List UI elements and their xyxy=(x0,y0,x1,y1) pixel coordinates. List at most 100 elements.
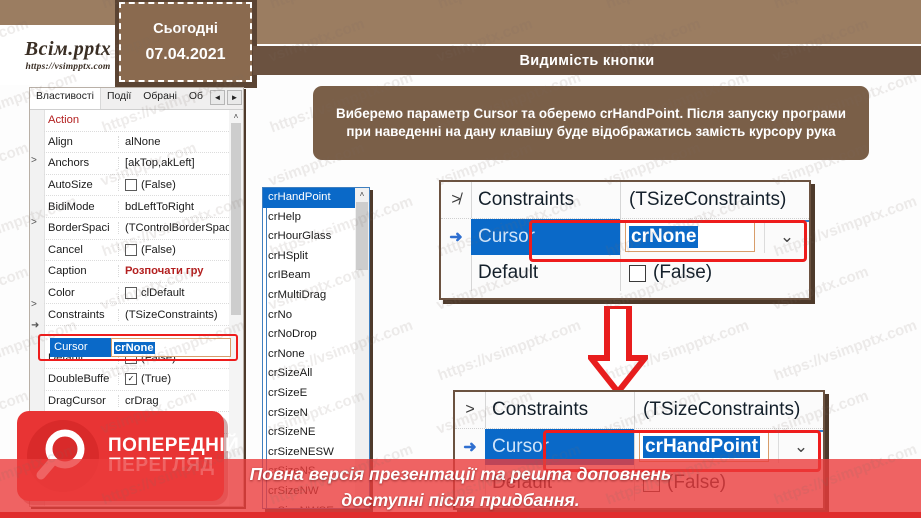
site-logo: Всім.pptx https://vsimpptx.com xyxy=(6,28,130,82)
tab-favorites[interactable]: Обрані xyxy=(137,88,183,109)
property-value-text: (False) xyxy=(141,243,176,256)
property-row[interactable]: Caption Розпочати гру xyxy=(44,261,229,283)
property-value: alNone xyxy=(118,135,229,148)
current-row-arrow-icon-after: ➜ xyxy=(463,439,477,456)
cursor-property-value: crNone xyxy=(114,341,155,354)
property-value: ✓ (True) xyxy=(118,373,229,386)
dropdown-item[interactable]: crSizeAll xyxy=(263,364,357,384)
property-row[interactable]: BidiMode bdLeftToRight xyxy=(44,196,229,218)
property-key: Caption xyxy=(48,265,87,278)
property-value: (TSizeConstraints) xyxy=(118,308,229,321)
grid-before-row-constraints[interactable]: ≯ Constraints (TSizeConstraints) xyxy=(441,182,809,219)
scroll-up-icon[interactable]: ˄ xyxy=(229,110,243,123)
property-value: crDrag xyxy=(118,395,229,408)
object-inspector-tabs: Властивості Події Обрані Об ◄ ► xyxy=(30,88,243,110)
dropdown-item[interactable]: crSizeE xyxy=(263,384,357,404)
property-value-text: clDefault xyxy=(141,287,185,300)
cursor-property-editor[interactable]: crNone xyxy=(111,338,231,357)
tab-prev-icon[interactable]: ◄ xyxy=(210,90,225,105)
property-key: Color xyxy=(48,287,75,300)
property-row[interactable]: Anchors [akTop,akLeft] xyxy=(44,153,229,175)
tab-events[interactable]: Події xyxy=(101,88,137,109)
dropdown-item[interactable]: crMultiDrag xyxy=(263,286,357,306)
dropdown-item[interactable]: crHourGlass xyxy=(263,227,357,247)
dropdown-item[interactable]: crNo xyxy=(263,306,357,326)
expand-icon[interactable]: ≯ xyxy=(441,191,471,209)
grid-before-value-constraints: (TSizeConstraints) xyxy=(629,189,787,210)
property-row[interactable]: Color clDefault xyxy=(44,283,229,305)
property-key: Constraints xyxy=(48,308,105,321)
today-label: Сьогодні xyxy=(153,20,218,37)
property-row[interactable]: BorderSpaci (TControlBorderSpaci xyxy=(44,218,229,240)
row-gutter-icon[interactable]: > xyxy=(31,217,37,228)
purchase-banner-strip xyxy=(0,512,921,518)
dropdown-item[interactable]: crNoDrop xyxy=(263,325,357,345)
property-row[interactable]: Align alNone xyxy=(44,132,229,154)
tab-properties[interactable]: Властивості xyxy=(30,88,101,109)
property-key: DoubleBuffe xyxy=(48,373,110,386)
cursor-property-name: Cursor xyxy=(50,338,111,357)
property-key: Action xyxy=(48,114,80,127)
instruction-card: Виберемо параметр Cursor та оберемо crHa… xyxy=(313,86,869,160)
property-value-text: (True) xyxy=(141,373,172,386)
dropdown-item[interactable]: crIBeam xyxy=(263,266,357,286)
current-row-arrow-icon: ➜ xyxy=(449,229,463,246)
page-title: Видимість кнопки xyxy=(519,52,655,69)
purchase-banner: Повна версія презентації та решта доповн… xyxy=(0,459,921,512)
property-key: Align xyxy=(48,135,73,148)
checkbox-checked-icon[interactable]: ✓ xyxy=(125,373,137,386)
preview-badge-line1: ПОПЕРЕДНІЙ xyxy=(108,434,240,456)
dropdown-item[interactable]: crSizeNE xyxy=(263,423,357,443)
purchase-banner-line2: доступні після придбання. xyxy=(341,490,580,511)
property-rows: Action Align alNone Anchors [akTop,akLeft] Au… xyxy=(44,110,229,434)
dropdown-item[interactable]: crHSplit xyxy=(263,247,357,267)
purchase-banner-line1: Повна версія презентації та решта доповн… xyxy=(249,464,672,484)
today-box: Сьогодні 07.04.2021 xyxy=(119,2,252,82)
property-key: BidiMode xyxy=(48,200,95,213)
property-value: [akTop,akLeft] xyxy=(118,157,229,170)
instruction-text: Виберемо параметр Cursor та оберемо crHa… xyxy=(336,105,846,140)
property-row[interactable]: DoubleBuffe ✓ (True) xyxy=(44,369,229,391)
grid-before-value-default-wrap: (False) xyxy=(621,262,809,284)
tab-next-icon[interactable]: ► xyxy=(227,90,242,105)
dropdown-scroll-thumb[interactable] xyxy=(356,202,368,270)
property-row[interactable]: Action xyxy=(44,110,229,132)
checkbox-unchecked-icon[interactable] xyxy=(629,264,646,282)
property-key: Anchors xyxy=(48,157,90,170)
grid-before: ≯ Constraints (TSizeConstraints) ➜ Curso… xyxy=(439,180,811,300)
cursor-property-row[interactable]: ➜ Cursor crNone xyxy=(38,334,238,361)
property-value: (False) xyxy=(118,243,229,256)
dropdown-item[interactable]: crHandPoint xyxy=(263,188,357,208)
property-value: clDefault xyxy=(118,287,229,300)
property-value-text: (False) xyxy=(141,179,176,192)
scroll-thumb[interactable] xyxy=(231,123,241,315)
dropdown-scroll-up-icon[interactable]: ˄ xyxy=(355,188,369,202)
grid-after-row-constraints[interactable]: > Constraints (TSizeConstraints) xyxy=(455,392,823,429)
property-key: BorderSpaci xyxy=(48,222,110,235)
today-date: 07.04.2021 xyxy=(145,45,226,63)
property-key: DragCursor xyxy=(48,395,106,408)
tab-spinner[interactable]: ◄ ► xyxy=(209,88,243,109)
checkbox-unchecked-icon[interactable] xyxy=(125,179,137,192)
row-gutter-icon[interactable]: > xyxy=(31,155,37,166)
dropdown-item[interactable]: crHelp xyxy=(263,208,357,228)
row-gutter-icon[interactable]: ➜ xyxy=(31,320,39,331)
expand-icon-after[interactable]: > xyxy=(455,401,485,419)
dropdown-item[interactable]: crSizeN xyxy=(263,404,357,424)
checkbox-unchecked-icon[interactable] xyxy=(125,243,137,256)
property-row[interactable]: AutoSize (False) xyxy=(44,175,229,197)
property-value: bdLeftToRight xyxy=(118,200,229,213)
tab-objects[interactable]: Об xyxy=(183,88,209,109)
property-value: (False) xyxy=(118,179,229,192)
property-row[interactable]: DragCursor crDrag xyxy=(44,391,229,413)
row-gutter-icon[interactable]: > xyxy=(31,299,37,310)
property-row[interactable]: Cancel (False) xyxy=(44,240,229,262)
grid-after-value-constraints: (TSizeConstraints) xyxy=(643,399,801,420)
grid-after-key-constraints: Constraints xyxy=(485,392,635,428)
property-key: Cancel xyxy=(48,243,83,256)
property-value: Розпочати гру xyxy=(118,265,229,278)
dropdown-item[interactable]: crNone xyxy=(263,345,357,365)
property-row[interactable]: Constraints (TSizeConstraints) xyxy=(44,304,229,326)
logo-url: https://vsimpptx.com xyxy=(25,61,111,72)
checkbox-unchecked-icon[interactable] xyxy=(125,287,137,300)
